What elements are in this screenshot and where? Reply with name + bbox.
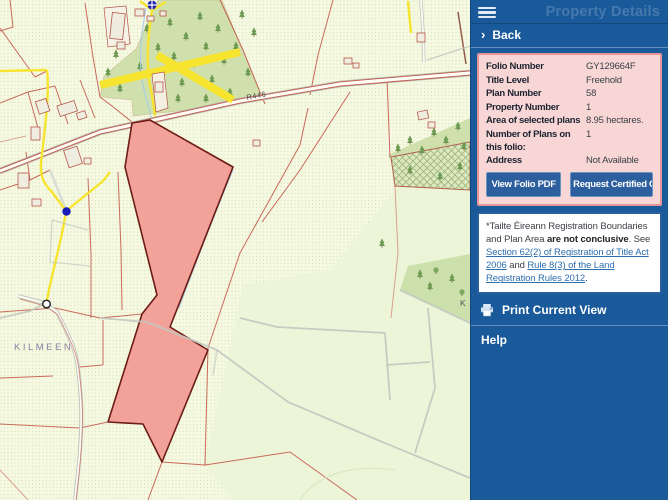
info-value: 1: [586, 128, 591, 154]
view-folio-pdf-button[interactable]: View Folio PDF: [486, 172, 561, 197]
help-label: Help: [481, 333, 507, 347]
printer-icon: [480, 303, 494, 317]
well-circle-marker: [43, 300, 51, 308]
disclaimer-note: *Tailte Éireann Registration Boundaries …: [477, 212, 662, 294]
info-row-area: Area of selected plans 8.95 hectares.: [486, 114, 653, 127]
info-value: 1: [586, 101, 591, 114]
info-label: Title Level: [486, 74, 586, 87]
back-label: Back: [492, 28, 521, 42]
land-registry-map-viewer: R446 KILMEEN K Property Details › Back F…: [0, 0, 668, 500]
info-value: GY129664F: [586, 60, 635, 73]
info-value: Freehold: [586, 74, 622, 87]
info-label: Area of selected plans: [486, 114, 586, 127]
disclaimer-text: .: [585, 273, 588, 284]
townland-label: KILMEEN: [14, 342, 73, 353]
property-details-panel: Property Details › Back Folio Number GY1…: [470, 0, 668, 500]
folio-actions: View Folio PDF Request Certified Copy: [486, 172, 653, 197]
info-label: Address: [486, 154, 586, 167]
print-current-view-button[interactable]: Print Current View: [471, 294, 668, 325]
info-label: Plan Number: [486, 87, 586, 100]
back-button[interactable]: › Back: [471, 24, 668, 48]
info-value: Not Available: [586, 154, 639, 167]
request-certified-copy-button[interactable]: Request Certified Copy: [570, 172, 653, 197]
info-row-plan-count: Number of Plans on this folio: 1: [486, 128, 653, 154]
info-row-title-level: Title Level Freehold: [486, 74, 653, 87]
info-row-address: Address Not Available: [486, 154, 653, 167]
disclaimer-bold: are not conclusive: [547, 234, 629, 245]
disclaimer-text: . See: [629, 234, 651, 245]
panel-header: Property Details: [471, 0, 668, 24]
blue-dot-marker: [62, 207, 70, 215]
info-row-folio-number: Folio Number GY129664F: [486, 60, 653, 73]
info-label: Number of Plans on this folio:: [486, 128, 586, 154]
chevron-right-icon: ›: [481, 29, 485, 41]
disclaimer-text: and: [507, 260, 528, 271]
info-row-plan-number: Plan Number 58: [486, 87, 653, 100]
church-icon: [148, 1, 157, 10]
info-row-property-number: Property Number 1: [486, 101, 653, 114]
map-canvas[interactable]: R446 KILMEEN K: [0, 0, 470, 500]
print-label: Print Current View: [502, 303, 606, 317]
info-label: Folio Number: [486, 60, 586, 73]
townland-label-partial: K: [460, 298, 468, 308]
folio-info-box: Folio Number GY129664F Title Level Freeh…: [477, 53, 662, 206]
panel-title: Property Details: [546, 4, 660, 20]
menu-icon[interactable]: [478, 6, 496, 19]
info-value: 58: [586, 87, 596, 100]
info-label: Property Number: [486, 101, 586, 114]
info-value: 8.95 hectares.: [586, 114, 643, 127]
help-link[interactable]: Help: [471, 326, 668, 354]
